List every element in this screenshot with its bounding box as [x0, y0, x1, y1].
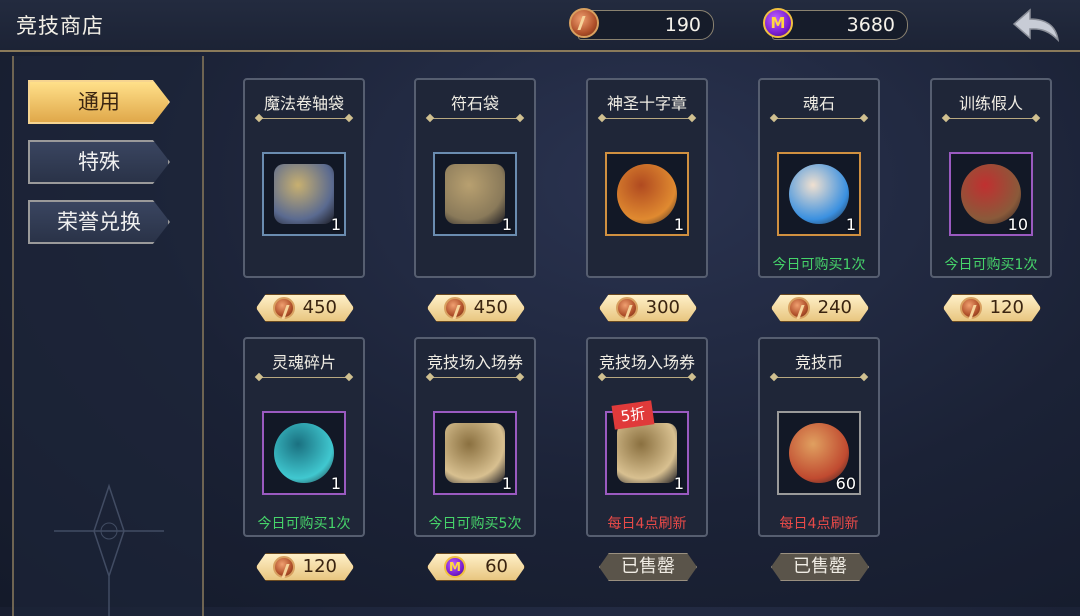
coin-currency: 190	[569, 8, 714, 40]
shop-item-card[interactable]: 竞技场入场券 1 今日可购买5次	[414, 337, 536, 537]
m-gem-icon: M	[763, 8, 793, 38]
arena-coin-icon	[616, 297, 638, 319]
sidebar-ornament-icon	[54, 483, 164, 616]
divider	[774, 118, 864, 119]
price-value: 450	[302, 297, 337, 318]
back-arrow-icon[interactable]	[1012, 8, 1060, 42]
buy-price-button[interactable]: 120	[256, 553, 354, 581]
item-slot: 1	[433, 152, 517, 236]
item-quantity: 60	[835, 474, 856, 493]
arena-coin-icon	[444, 297, 466, 319]
price-value: 120	[302, 556, 337, 577]
item-slot: 1	[777, 152, 861, 236]
arena-ticket-icon	[445, 423, 505, 483]
tab-general[interactable]: 通用	[28, 80, 170, 124]
arena-ticket-icon	[617, 423, 677, 483]
tab-honor-exchange[interactable]: 荣誉兑换	[28, 200, 170, 244]
item-name: 魂石	[802, 94, 835, 113]
buy-price-button[interactable]: 450	[256, 294, 354, 322]
item-quantity: 1	[501, 474, 512, 493]
item-quantity: 1	[501, 215, 512, 234]
soul-stone-icon	[789, 164, 849, 224]
price-value: 60	[485, 556, 508, 577]
purchase-limit-note: 今日可购买1次	[257, 516, 351, 532]
divider	[430, 377, 520, 378]
soul-shard-icon	[274, 423, 334, 483]
shop-item-card[interactable]: 灵魂碎片 1 今日可购买1次	[243, 337, 365, 537]
m-gem-icon: M	[444, 556, 466, 578]
shop-item-card[interactable]: 魔法卷轴袋 1	[243, 78, 365, 278]
arena-coin-icon	[960, 297, 982, 319]
purchase-limit-note: 今日可购买1次	[772, 257, 866, 273]
shop-item-card[interactable]: 符石袋 1	[414, 78, 536, 278]
sold-out-label: 已售罄	[599, 553, 697, 581]
item-name: 竞技场入场券	[598, 353, 695, 372]
buy-price-button[interactable]: 450	[427, 294, 525, 322]
shop-item-card[interactable]: 竞技场入场券 1 5折每日4点刷新	[586, 337, 708, 537]
item-quantity: 1	[330, 215, 341, 234]
page-title: 竞技商店	[16, 14, 104, 38]
purchase-limit-note: 今日可购买1次	[944, 257, 1038, 273]
item-name: 竞技币	[794, 353, 843, 372]
item-slot: 1 5折	[605, 400, 689, 495]
buy-price-button[interactable]: 120	[943, 294, 1041, 322]
price-value: 240	[817, 297, 852, 318]
buy-price-button[interactable]: 300	[599, 294, 697, 322]
arena-coin-icon	[273, 556, 295, 578]
shop-item-card[interactable]: 训练假人 10 今日可购买1次	[930, 78, 1052, 278]
tab-special[interactable]: 特殊	[28, 140, 170, 184]
item-slot: 1	[262, 152, 346, 236]
m-amount: 3680	[846, 14, 895, 36]
item-quantity: 1	[330, 474, 341, 493]
shop-item-card[interactable]: 竞技币 60 每日4点刷新	[758, 337, 880, 537]
holy-cross-icon	[617, 164, 677, 224]
purchase-limit-note: 每日4点刷新	[779, 516, 859, 532]
sold-out-label: 已售罄	[771, 553, 869, 581]
divider	[774, 377, 864, 378]
arena-coin-icon	[788, 297, 810, 319]
divider	[259, 377, 349, 378]
divider	[602, 118, 692, 119]
divider	[602, 377, 692, 378]
item-slot: 1	[605, 152, 689, 236]
divider	[946, 118, 1036, 119]
buy-price-button[interactable]: M 60	[427, 553, 525, 581]
scroll-bag-icon	[274, 164, 334, 224]
item-name: 符石袋	[450, 94, 499, 113]
purchase-limit-note: 今日可购买5次	[428, 516, 522, 532]
item-quantity: 10	[1007, 215, 1028, 234]
item-name: 灵魂碎片	[271, 353, 336, 372]
divider	[259, 118, 349, 119]
arena-coin-icon	[273, 297, 295, 319]
purchase-limit-note: 每日4点刷新	[607, 516, 687, 532]
divider	[430, 118, 520, 119]
item-name: 魔法卷轴袋	[263, 94, 344, 113]
item-quantity: 1	[673, 474, 684, 493]
arena-coin-icon	[569, 8, 599, 38]
item-name: 神圣十字章	[606, 94, 687, 113]
m-currency: M 3680	[763, 8, 908, 40]
item-slot: 1	[433, 411, 517, 495]
price-value: 450	[473, 297, 508, 318]
item-slot: 10	[949, 152, 1033, 236]
rune-bag-icon	[445, 164, 505, 224]
item-quantity: 1	[845, 215, 856, 234]
top-bar: 竞技商店 190 M 3680	[0, 0, 1080, 52]
price-value: 120	[989, 297, 1024, 318]
price-value: 300	[645, 297, 680, 318]
coin-amount: 190	[664, 14, 701, 36]
shop-item-card[interactable]: 魂石 1 今日可购买1次	[758, 78, 880, 278]
item-slot: 1	[262, 411, 346, 495]
shop-item-card[interactable]: 神圣十字章 1	[586, 78, 708, 278]
item-slot: 60	[777, 411, 861, 495]
buy-price-button[interactable]: 240	[771, 294, 869, 322]
sidebar: 通用 特殊 荣誉兑换	[12, 56, 204, 616]
item-name: 竞技场入场券	[426, 353, 523, 372]
item-quantity: 1	[673, 215, 684, 234]
item-name: 训练假人	[958, 94, 1023, 113]
